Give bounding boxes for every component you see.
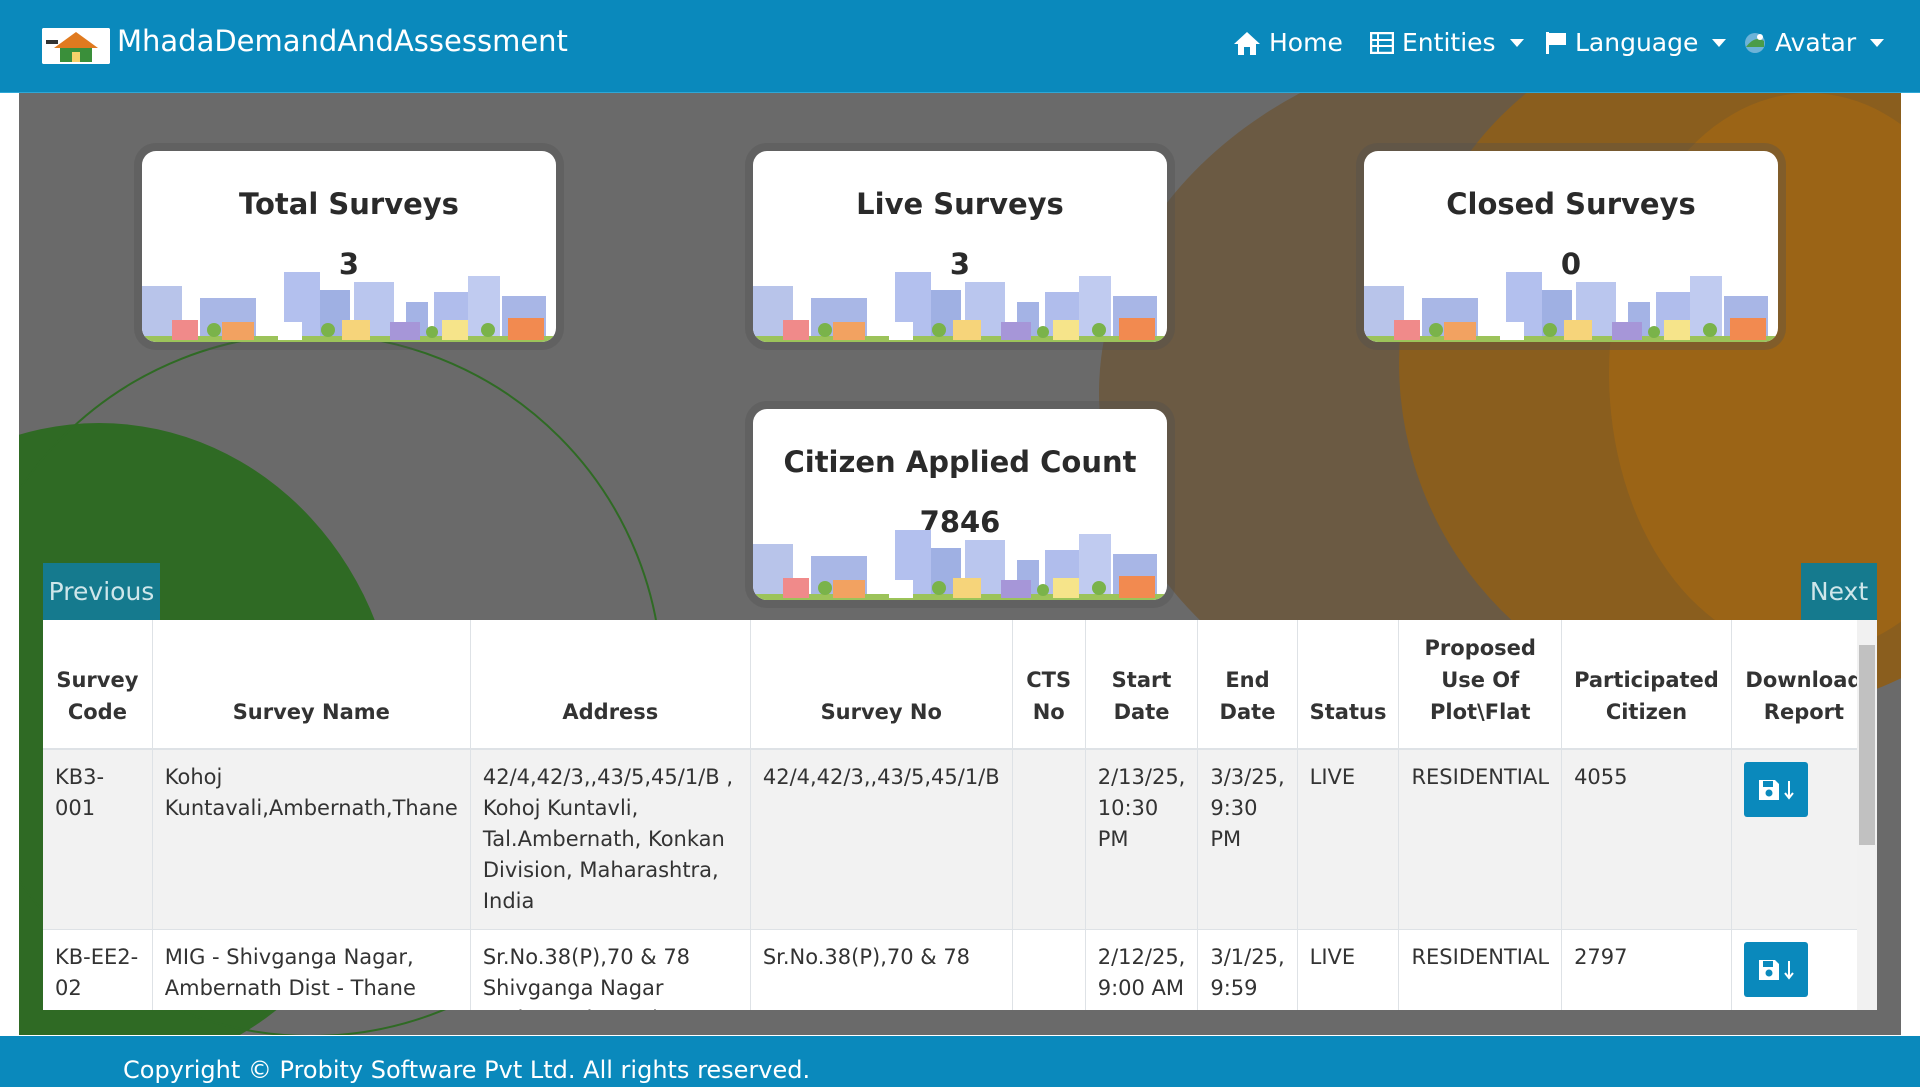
save-icon [1758,779,1779,800]
chevron-down-icon [1712,38,1727,47]
city-skyline-image [1364,272,1778,342]
cell-proposed-use: RESIDENTIAL [1398,929,1563,1010]
table-icon [1370,31,1394,54]
save-icon [1758,959,1779,980]
top-navbar: MhadaDemandAndAssessment Home Entities L… [0,0,1920,93]
city-skyline-image [142,272,556,342]
city-skyline-image [753,530,1167,600]
nav-entities-label: Entities [1402,28,1496,57]
column-header[interactable]: Address [470,620,751,750]
stat-card-title: Live Surveys [856,187,1064,221]
next-button[interactable]: Next [1801,563,1877,620]
chevron-down-icon [1509,38,1524,47]
table-row: KB3-001 Kohoj Kuntavali,Ambernath,Thane … [43,749,1877,930]
cell-participated-citizen: 4055 [1561,749,1732,930]
cell-download [1731,749,1877,930]
cell-address: Sr.No.38(P),70 & 78 Shivganga Nagar Ambe… [470,929,751,1010]
cell-end-date: 3/1/25, 9:59 PM [1197,929,1298,1010]
download-report-button[interactable] [1743,762,1808,817]
cell-status: LIVE [1297,749,1400,930]
table-header-row: Survey Code Survey Name Address Survey N… [43,620,1877,750]
column-header[interactable]: CTS No [1012,620,1086,750]
nav-language-label: Language [1575,28,1699,57]
column-header[interactable]: Survey Name [152,620,471,750]
cell-download [1731,929,1877,1010]
stat-card-title: Total Surveys [239,187,459,221]
stat-card-citizen-applied-count: Citizen Applied Count 7846 [753,409,1167,600]
stat-card-total-surveys: Total Surveys 3 [142,151,556,342]
column-header[interactable]: Status [1297,620,1400,750]
previous-button[interactable]: Previous [43,563,160,620]
cell-start-date: 2/12/25, 9:00 AM [1085,929,1199,1010]
column-header[interactable]: End Date [1197,620,1298,750]
footer: Copyright © Probity Software Pvt Ltd. Al… [0,1036,1920,1087]
arrow-down-icon [1784,960,1794,980]
arrow-down-icon [1784,780,1794,800]
nav-avatar[interactable]: Avatar [1743,28,1885,57]
cell-address: 42/4,42/3,,43/5,45/1/B , Kohoj Kuntavli,… [470,749,751,930]
cell-participated-citizen: 2797 [1561,929,1732,1010]
scrollbar-thumb[interactable] [1859,645,1875,845]
cell-survey-code: KB-EE2-02 [43,929,153,1010]
cell-cts-no [1012,749,1086,930]
cell-survey-no: Sr.No.38(P),70 & 78 [750,929,1013,1010]
cell-survey-no: 42/4,42/3,,43/5,45/1/B [750,749,1013,930]
footer-copyright: Copyright © Probity Software Pvt Ltd. Al… [123,1056,811,1084]
cell-cts-no [1012,929,1086,1010]
stat-card-live-surveys: Live Surveys 3 [753,151,1167,342]
nav-language[interactable]: Language [1545,28,1727,57]
cell-survey-name: MIG - Shivganga Nagar, Ambernath Dist - … [152,929,471,1010]
cell-status: LIVE [1297,929,1400,1010]
brand-title[interactable]: MhadaDemandAndAssessment [117,24,568,58]
nav-home[interactable]: Home [1233,28,1343,57]
flag-icon [1546,31,1566,54]
table-row: KB-EE2-02 MIG - Shivganga Nagar, Amberna… [43,929,1877,1010]
cell-survey-name: Kohoj Kuntavali,Ambernath,Thane [152,749,471,930]
cell-start-date: 2/13/25, 10:30 PM [1085,749,1199,930]
brand-logo[interactable] [42,28,110,64]
column-header[interactable]: Survey Code [43,620,153,750]
cell-end-date: 3/3/25, 9:30 PM [1197,749,1298,930]
cell-survey-code: KB3-001 [43,749,153,930]
nav-avatar-label: Avatar [1775,28,1857,57]
stat-card-closed-surveys: Closed Surveys 0 [1364,151,1778,342]
column-header[interactable]: Start Date [1085,620,1199,750]
column-header[interactable]: Proposed Use Of Plot\Flat [1398,620,1563,750]
chevron-down-icon [1870,38,1885,47]
city-skyline-image [753,272,1167,342]
nav-entities[interactable]: Entities [1370,28,1524,57]
stat-card-title: Closed Surveys [1446,187,1696,221]
cell-proposed-use: RESIDENTIAL [1398,749,1563,930]
column-header[interactable]: Participated Citizen [1561,620,1732,750]
table-scrollbar[interactable] [1857,620,1877,1010]
nav-home-label: Home [1269,28,1343,57]
surveys-table: Survey Code Survey Name Address Survey N… [43,620,1877,1010]
download-report-button[interactable] [1743,942,1808,997]
avatar-icon [1745,32,1765,53]
stat-card-title: Citizen Applied Count [783,445,1137,479]
column-header[interactable]: Download Report [1731,620,1877,750]
column-header[interactable]: Survey No [750,620,1013,750]
home-icon [1234,31,1260,55]
